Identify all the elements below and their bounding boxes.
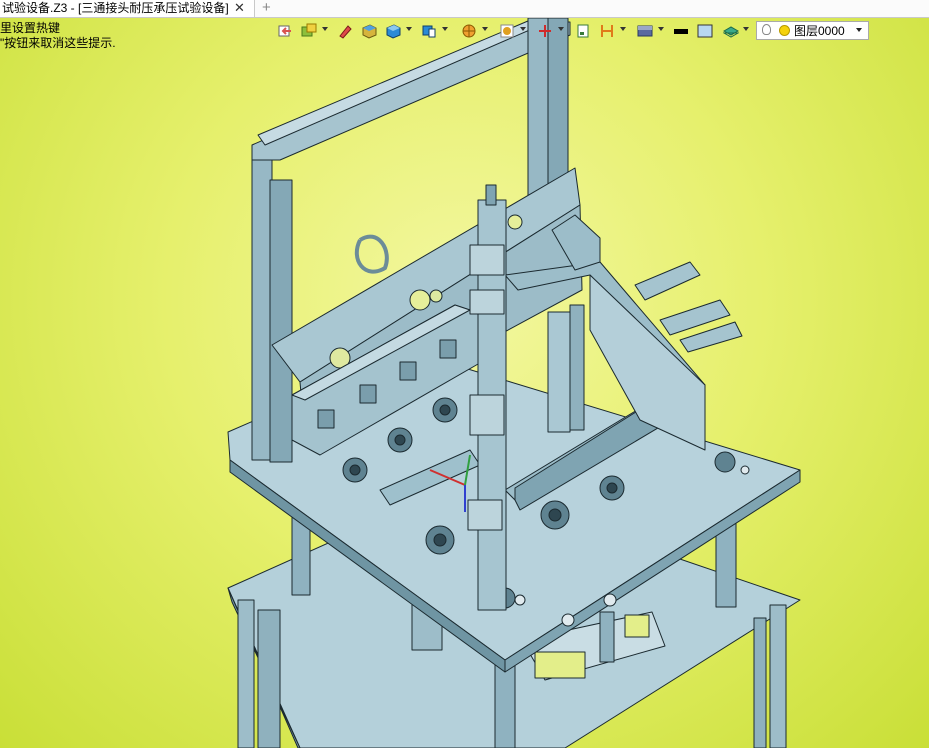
hint-line-1: 里设置热键 <box>0 21 61 35</box>
square-tube <box>547 311 571 433</box>
hint-overlay: 里设置热键 "按钮来取消这些提示. <box>0 21 116 51</box>
cad-model-test-rig <box>227 17 801 748</box>
table-leg <box>769 604 787 748</box>
view-toolbar: 图层0000 <box>276 20 876 42</box>
layer-dropdown-value: 图层0000 <box>794 24 845 38</box>
layer-dropdown[interactable]: 图层0000 <box>756 21 869 40</box>
hint-line-2: "按钮来取消这些提示. <box>0 36 116 50</box>
dimension-icon[interactable] <box>598 22 616 40</box>
line-color-icon[interactable] <box>672 22 690 40</box>
face-color-icon[interactable] <box>696 22 714 40</box>
layer-state-icon <box>779 25 790 36</box>
table-leg <box>237 599 255 748</box>
add-tab-icon[interactable]: + <box>262 0 271 16</box>
rear-frame-left-post <box>251 159 273 461</box>
background-icon[interactable] <box>636 22 654 40</box>
document-tab-title: 试验设备.Z3 - [三通接头耐压承压试验设备] <box>2 1 229 15</box>
render-sphere-icon[interactable] <box>460 22 478 40</box>
rear-frame-right-post <box>527 17 549 209</box>
3d-viewport[interactable]: 试验设备.Z3 - [三通接头耐压承压试验设备] ✕ + 里设置热键 "按钮来取… <box>0 0 929 748</box>
exit-sketch-icon[interactable] <box>276 22 294 40</box>
close-icon[interactable]: ✕ <box>234 0 245 16</box>
bulb-icon <box>762 24 771 35</box>
chevron-down-icon <box>856 28 862 32</box>
document-tab-bar: 试验设备.Z3 - [三通接头耐压承压试验设备] ✕ + <box>0 0 929 18</box>
solid-box-icon[interactable] <box>384 22 402 40</box>
axis-triad-icon[interactable] <box>536 22 554 40</box>
display-mode-icon[interactable] <box>300 22 318 40</box>
view-cube-icon[interactable] <box>420 22 438 40</box>
eraser-icon[interactable] <box>336 22 354 40</box>
layer-stack-icon[interactable] <box>722 22 740 40</box>
document-tab[interactable]: 试验设备.Z3 - [三通接头耐压承压试验设备] ✕ <box>0 0 255 17</box>
page-icon[interactable] <box>574 22 592 40</box>
shaded-box-icon[interactable] <box>360 22 378 40</box>
zoom-window-icon[interactable] <box>498 22 516 40</box>
post <box>599 611 615 663</box>
